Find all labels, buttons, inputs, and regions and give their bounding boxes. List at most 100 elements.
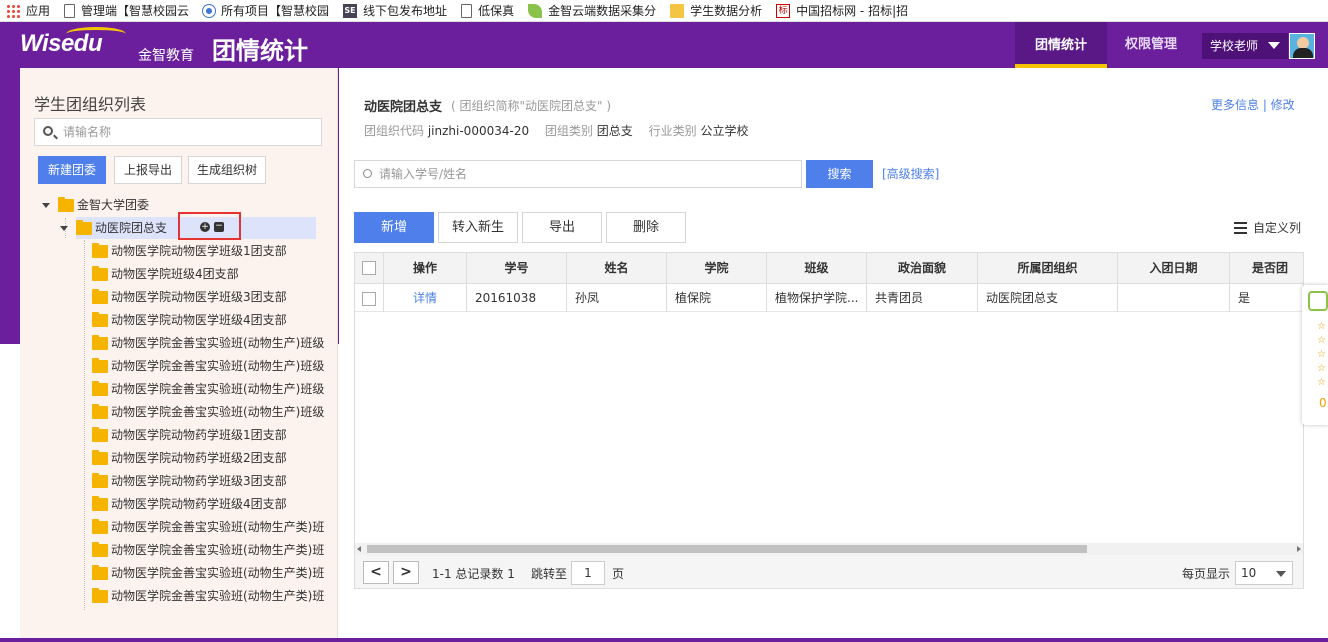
tree-node-child[interactable]: 动物医学院动物医学班级3团支部 [92, 287, 287, 307]
meta-value: jinzhi-000034-20 [427, 124, 530, 138]
folder-icon [92, 564, 108, 580]
avatar[interactable] [1289, 33, 1315, 59]
tree-node-child[interactable]: 动物医学院班级4团支部 [92, 264, 239, 284]
tree-node-child[interactable]: 动物医学院动物药学班级4团支部 [92, 494, 287, 514]
new-committee-button[interactable]: 新建团委 [38, 156, 106, 184]
bookmark-apps[interactable]: 应用 [6, 2, 50, 19]
table-cell: 共青团员 [867, 284, 978, 312]
org-search[interactable] [34, 118, 322, 146]
report-export-button[interactable]: 上报导出 [114, 156, 182, 184]
table-cell: 植保院 [667, 284, 767, 312]
table-cell: 20161038 [467, 284, 567, 312]
bookmark-bar: 应用 管理端【智慧校园云 所有项目【智慧校园 SE 线下包发布地址 低保真 金智云… [0, 0, 1328, 22]
apps-icon [6, 3, 20, 18]
add-node-icon[interactable]: + [200, 222, 210, 232]
student-search-input[interactable] [379, 161, 794, 187]
column-header[interactable]: 班级 [767, 253, 867, 283]
star-icon[interactable]: ☆ [1317, 336, 1326, 346]
tree-node-child[interactable]: 动物医学院金善宝实验班(动物生产类)班 [92, 517, 324, 537]
tree-node-child[interactable]: 动物医学院动物医学班级1团支部 [92, 241, 287, 261]
per-page-select[interactable]: 10 [1235, 561, 1293, 585]
column-header[interactable]: 姓名 [567, 253, 667, 283]
tree-node-child[interactable]: 动物医学院金善宝实验班(动物生产)班级 [92, 402, 324, 422]
tree-node-child[interactable]: 动物医学院金善宝实验班(动物生产类)班 [92, 563, 324, 583]
advanced-search-link[interactable]: [高级搜索] [882, 165, 939, 182]
tree-node-child[interactable]: 动物医学院金善宝实验班(动物生产类)班 [92, 586, 324, 606]
star-icon[interactable]: ☆ [1317, 364, 1326, 374]
search-icon [363, 169, 372, 178]
star-icon[interactable]: ☆ [1317, 350, 1326, 360]
table-cell: 孙凤 [567, 284, 667, 312]
caret-down-icon[interactable] [1268, 42, 1280, 49]
star-icon[interactable]: ☆ [1317, 378, 1326, 388]
bookmark-5[interactable]: 金智云端数据采集分 [528, 2, 656, 19]
tree-node-child[interactable]: 动物医学院动物医学班级4团支部 [92, 310, 287, 330]
tree-node-child[interactable]: 动物医学院金善宝实验班(动物生产)班级 [92, 379, 324, 399]
column-header[interactable]: 是否团 [1230, 253, 1303, 283]
detail-link[interactable]: 详情 [384, 284, 467, 312]
tree-node-child[interactable]: 动物医学院动物药学班级2团支部 [92, 448, 287, 468]
folder-icon [92, 403, 108, 419]
export-button[interactable]: 导出 [522, 212, 602, 243]
rating-widget[interactable]: ☆ ☆ ☆ ☆ ☆ 0 [1302, 285, 1328, 425]
widget-icon[interactable] [1308, 291, 1328, 311]
student-table: 操作 学号 姓名 学院 班级 政治面貌 所属团组织 入团日期 是否团 详情 20… [354, 252, 1304, 589]
org-search-input[interactable] [63, 119, 313, 145]
nav-tab-stats[interactable]: 团情统计 [1015, 22, 1107, 68]
generate-tree-button[interactable]: 生成组织树 [188, 156, 266, 184]
custom-columns-button[interactable]: 自定义列 [1234, 219, 1301, 236]
page-unit: 页 [612, 567, 625, 581]
student-search[interactable] [354, 160, 802, 188]
column-header[interactable]: 政治面貌 [867, 253, 978, 283]
scroll-left-icon[interactable] [357, 546, 361, 552]
expand-arrow-icon[interactable] [42, 202, 50, 208]
row-checkbox[interactable] [362, 292, 376, 306]
nav-tab-permissions[interactable]: 权限管理 [1110, 22, 1192, 68]
c-icon [203, 4, 216, 17]
tree-node-child[interactable]: 动物医学院金善宝实验班(动物生产)班级 [92, 356, 324, 376]
se-icon: SE [343, 3, 358, 18]
org-list-panel: 学生团组织列表 新建团委 上报导出 生成组织树 金智大学团委 动医院团总支 动物… [20, 68, 338, 638]
column-header[interactable]: 所属团组织 [978, 253, 1118, 283]
folder-icon [92, 357, 108, 373]
more-info-link[interactable]: 更多信息 | 修改 [1211, 96, 1295, 113]
scroll-right-icon[interactable] [1297, 546, 1301, 552]
bookmark-6[interactable]: 学生数据分析 [670, 2, 762, 19]
bookmark-4[interactable]: 低保真 [461, 2, 514, 19]
delete-button[interactable]: 删除 [606, 212, 686, 243]
column-header[interactable]: 操作 [384, 253, 467, 283]
bookmark-1[interactable]: 管理端【智慧校园云 [64, 2, 189, 19]
remove-node-icon[interactable]: − [214, 222, 224, 232]
select-all-checkbox[interactable] [362, 261, 376, 275]
logo: Wisedu [20, 30, 103, 57]
transfer-new-button[interactable]: 转入新生 [438, 212, 518, 243]
expand-arrow-icon[interactable] [60, 225, 68, 231]
column-header[interactable]: 学院 [667, 253, 767, 283]
bookmark-3[interactable]: SE 线下包发布地址 [343, 2, 447, 19]
folder-icon [92, 242, 108, 258]
tree-node-child[interactable]: 动物医学院金善宝实验班(动物生产)班级 [92, 333, 324, 353]
prev-page-button[interactable]: < [363, 561, 389, 584]
tree-node-root[interactable]: 金智大学团委 [42, 195, 149, 215]
star-icon[interactable]: ☆ [1317, 322, 1326, 332]
page-input[interactable]: 1 [571, 561, 605, 585]
meta-label: 行业类别 [648, 124, 697, 138]
bookmark-7[interactable]: 标中国招标网 - 招标|招 [776, 2, 908, 19]
meta-label: 团组类别 [544, 124, 593, 138]
column-header[interactable]: 入团日期 [1118, 253, 1230, 283]
column-header[interactable]: 学号 [467, 253, 567, 283]
folder-icon [92, 311, 108, 327]
tree-node-child[interactable]: 动物医学院动物药学班级1团支部 [92, 425, 287, 445]
next-page-button[interactable]: > [393, 561, 419, 584]
folder-icon [670, 3, 685, 18]
scroll-thumb[interactable] [367, 545, 1087, 553]
tree-node-child[interactable]: 动物医学院金善宝实验班(动物生产类)班 [92, 540, 324, 560]
tree-node-selected[interactable]: 动医院团总支 [60, 218, 167, 238]
tree-node-child[interactable]: 动物医学院动物药学班级3团支部 [92, 471, 287, 491]
meta-value: 公立学校 [700, 124, 749, 138]
search-button[interactable]: 搜索 [806, 160, 873, 188]
horizontal-scrollbar[interactable] [355, 543, 1303, 555]
add-button[interactable]: 新增 [354, 212, 434, 243]
table-cell: 是 [1238, 291, 1251, 305]
bookmark-2[interactable]: 所有项目【智慧校园 [203, 2, 329, 19]
